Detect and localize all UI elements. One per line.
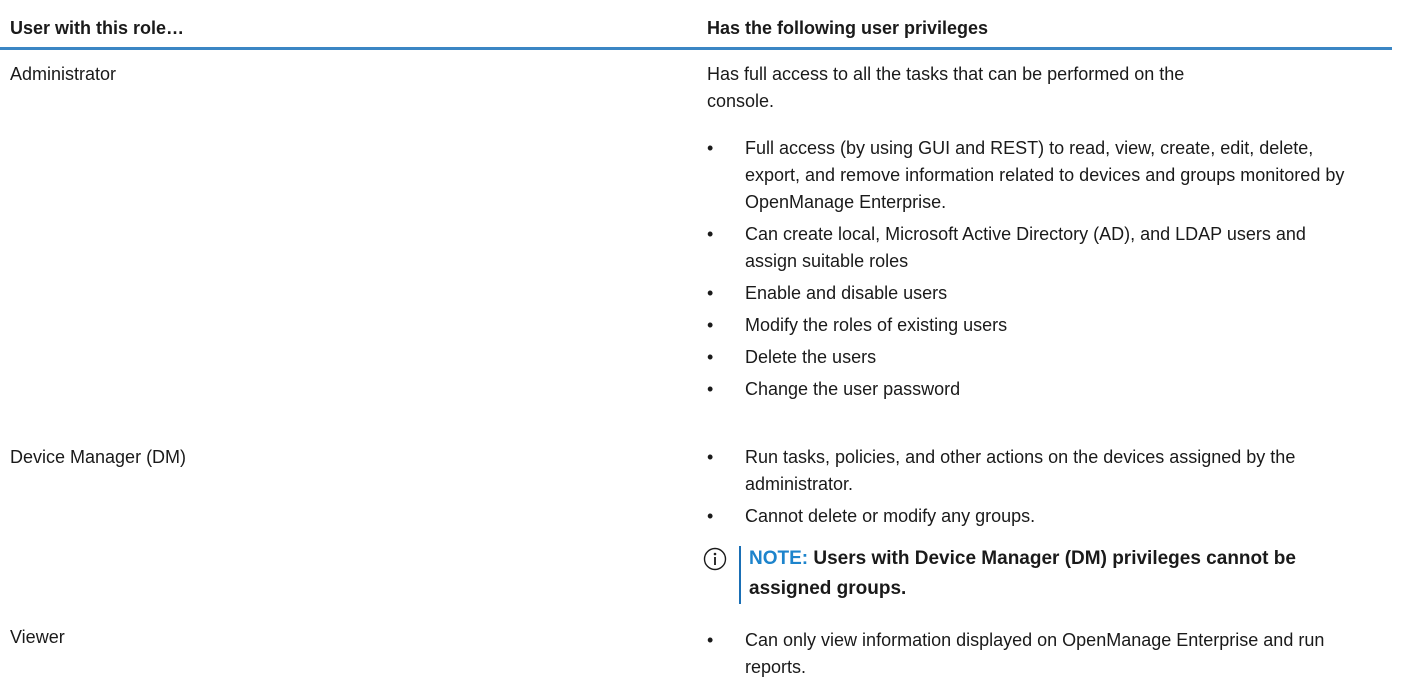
role-name: Viewer — [10, 627, 65, 647]
bullet-icon: • — [707, 379, 714, 399]
bullet-icon: • — [707, 315, 714, 335]
bullet-icon: • — [707, 347, 714, 367]
privileges-cell: Has full access to all the tasks that ca… — [707, 50, 1347, 403]
table-row-administrator: Administrator Has full access to all the… — [0, 50, 1392, 429]
role-name: Administrator — [10, 64, 117, 84]
list-item: • Can create local, Microsoft Active Dire… — [707, 221, 1347, 275]
note-divider — [739, 546, 741, 604]
bullet-icon: • — [707, 447, 714, 467]
header-privileges-column: Has the following user privileges — [707, 18, 989, 38]
role-name: Device Manager (DM) — [10, 447, 187, 467]
list-item: • Enable and disable users — [707, 280, 1347, 307]
privileges-list: • Full access (by using GUI and REST) to … — [707, 135, 1347, 403]
bullet-icon: • — [707, 283, 714, 303]
note-body: Users with Device Manager (DM) privilege… — [749, 548, 1296, 599]
list-item: • Delete the users — [707, 344, 1347, 371]
privileges-list: • Run tasks, policies, and other actions … — [707, 444, 1347, 530]
bullet-icon: • — [707, 224, 714, 244]
list-item: • Run tasks, policies, and other actions … — [707, 444, 1347, 498]
header-role-column: User with this role… — [10, 18, 185, 38]
bullet-icon: • — [707, 630, 714, 650]
table-row-viewer: Viewer • Can only view information displa… — [0, 609, 1392, 695]
note-label: NOTE: — [749, 548, 809, 569]
table-header: User with this role… Has the following u… — [0, 0, 1392, 50]
note-callout: NOTE: Users with Device Manager (DM) pri… — [703, 544, 1347, 604]
list-item: • Modify the roles of existing users — [707, 312, 1347, 339]
privileges-intro: Has full access to all the tasks that ca… — [707, 64, 1185, 111]
privileges-cell: • Run tasks, policies, and other actions … — [703, 429, 1347, 604]
privileges-list: • Can only view information displayed on … — [707, 627, 1347, 681]
bullet-icon: • — [707, 506, 714, 526]
list-item: • Can only view information displayed on … — [707, 627, 1347, 681]
table-row-device-manager: Device Manager (DM) • Run tasks, policies… — [0, 429, 1392, 609]
list-item: • Cannot delete or modify any groups. — [707, 503, 1347, 530]
list-item: • Change the user password — [707, 376, 1347, 403]
list-item: • Full access (by using GUI and REST) to … — [707, 135, 1347, 216]
roles-privileges-table: User with this role… Has the following u… — [0, 0, 1392, 695]
bullet-icon: • — [707, 138, 714, 158]
info-circle-icon — [703, 547, 727, 571]
note-text: NOTE: Users with Device Manager (DM) pri… — [745, 544, 1347, 604]
privileges-cell: • Can only view information displayed on … — [707, 609, 1347, 681]
